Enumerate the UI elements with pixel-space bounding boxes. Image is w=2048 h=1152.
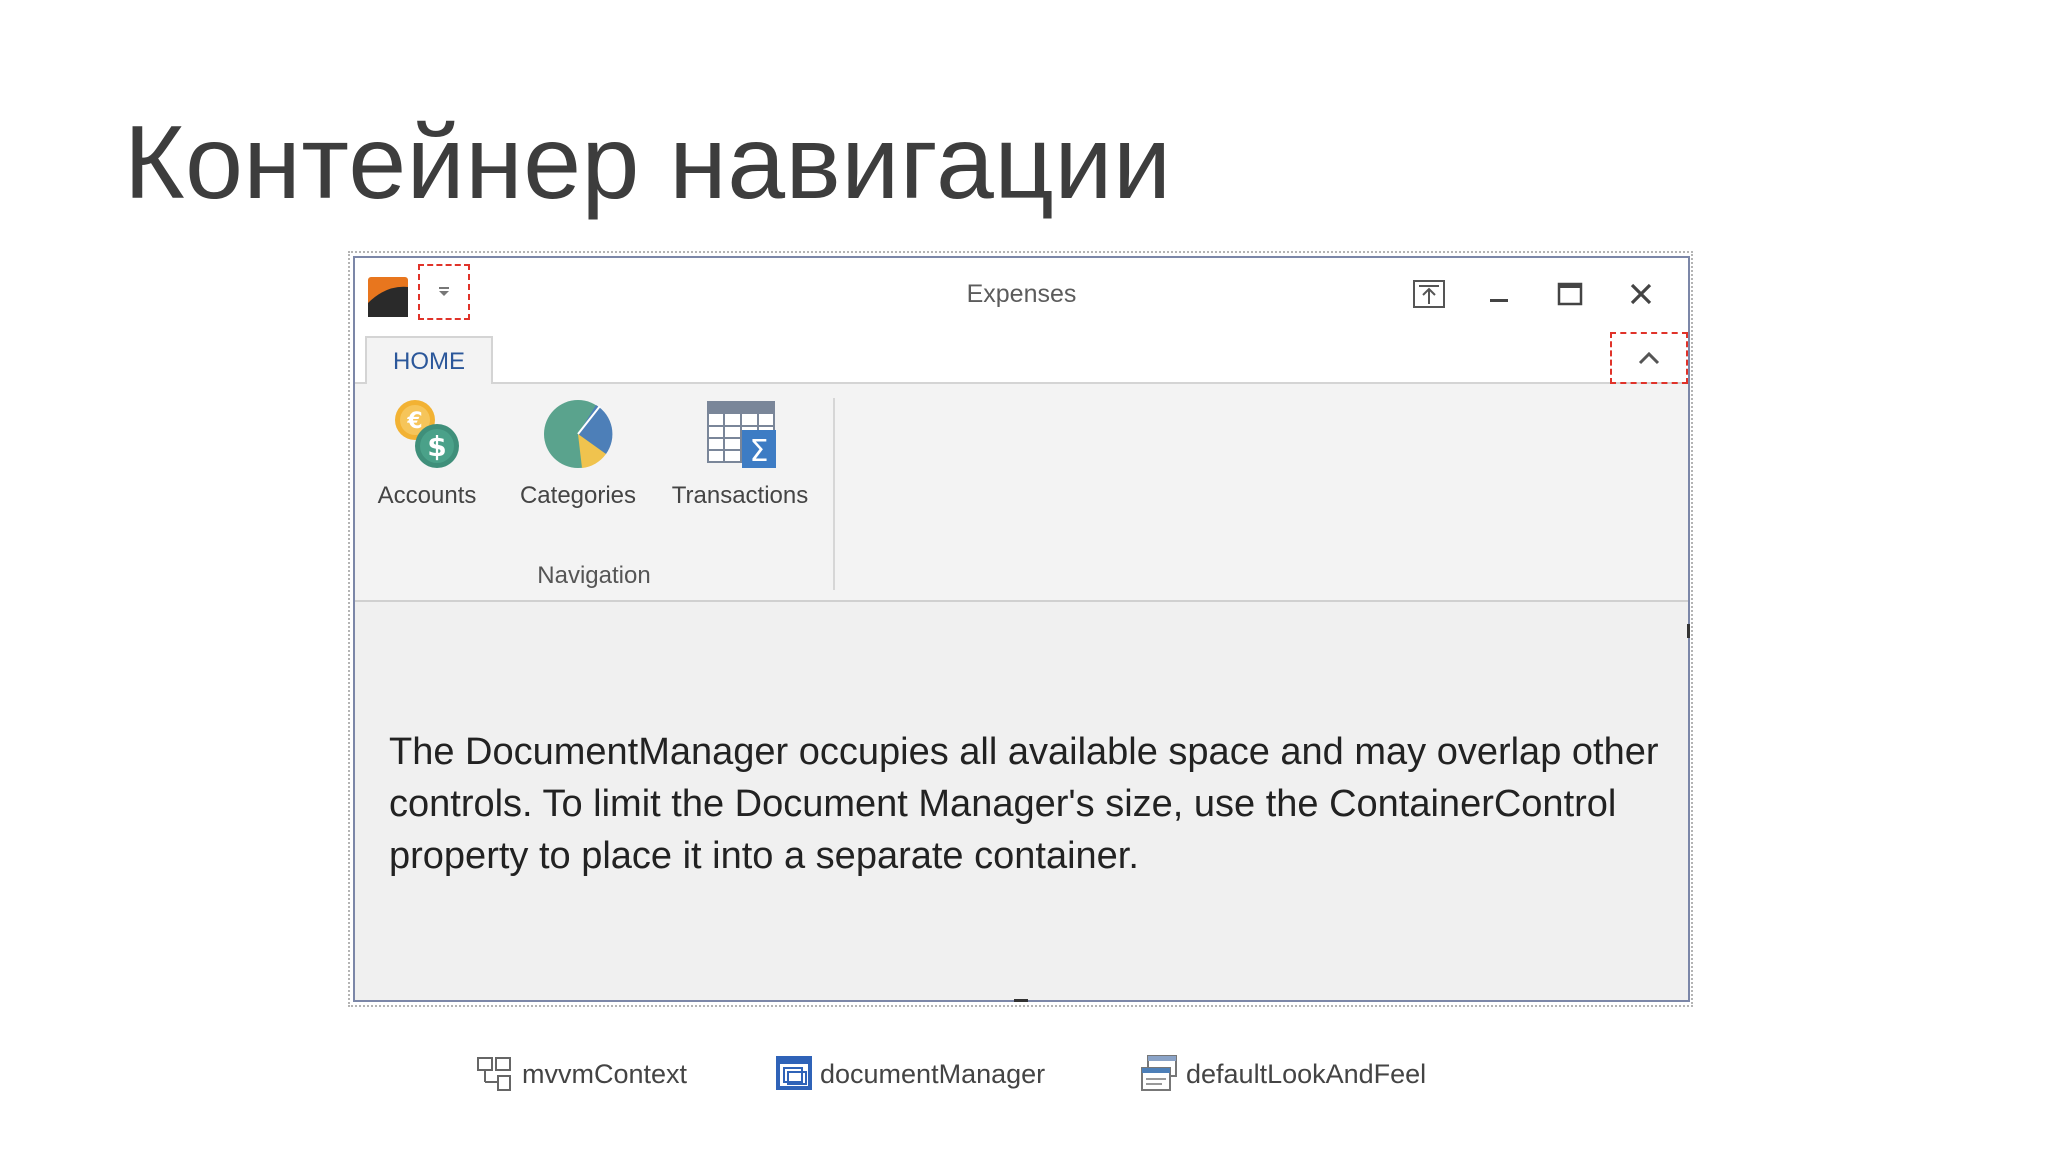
maximize-icon <box>1557 282 1583 306</box>
tab-home[interactable]: HOME <box>365 336 493 386</box>
resize-handle-bottom[interactable] <box>1014 999 1028 1002</box>
ribbon-page-home: € $ Accounts Categories Σ Transactions N… <box>355 384 1688 602</box>
maximize-button[interactable] <box>1550 274 1590 314</box>
minimize-button[interactable] <box>1479 274 1519 314</box>
table-sum-icon: Σ <box>707 401 776 469</box>
title-bar: Expenses <box>355 258 1688 328</box>
close-button[interactable] <box>1621 274 1661 314</box>
document-manager-icon <box>776 1056 812 1090</box>
resize-handle-right[interactable] <box>1687 624 1690 638</box>
ribbon-collapse-button[interactable] <box>1610 332 1688 384</box>
accounts-label: Accounts <box>377 482 477 509</box>
tray-item-default-look-and-feel[interactable]: defaultLookAndFeel <box>1140 1052 1426 1096</box>
ribbon-form-window: Expenses HOME € $ Accounts Categories Σ … <box>353 256 1690 1002</box>
svg-text:$: $ <box>427 430 446 463</box>
tray-item-document-manager[interactable]: documentManager <box>774 1052 1045 1096</box>
close-icon <box>1630 283 1652 305</box>
svg-text:Σ: Σ <box>750 434 769 469</box>
look-and-feel-icon <box>1141 1055 1177 1091</box>
accounts-button[interactable]: € $ Accounts <box>375 396 479 510</box>
svg-text:€: € <box>406 409 422 434</box>
pie-chart-icon <box>544 400 613 468</box>
ribbon-group-label-navigation: Navigation <box>537 562 651 589</box>
dock-top-icon <box>1413 280 1445 308</box>
currency-coins-icon: € $ <box>395 400 459 468</box>
chevron-up-icon <box>1638 351 1660 365</box>
tray-item-mvvm-context[interactable]: mvvmContext <box>476 1052 687 1096</box>
tray-label-document-manager: documentManager <box>820 1058 1046 1089</box>
document-manager-area: The DocumentManager occupies all availab… <box>355 602 1688 1000</box>
categories-label: Categories <box>519 482 637 509</box>
tray-label-default-look-and-feel: defaultLookAndFeel <box>1186 1058 1427 1089</box>
minimize-icon <box>1490 299 1508 302</box>
ribbon-group-separator <box>833 398 835 590</box>
dock-button[interactable] <box>1409 274 1449 314</box>
transactions-button[interactable]: Σ Transactions <box>665 396 815 510</box>
mvvm-context-icon <box>477 1057 511 1091</box>
document-manager-note: The DocumentManager occupies all availab… <box>389 731 1659 877</box>
ribbon-tab-strip: HOME <box>355 328 1688 386</box>
transactions-label: Transactions <box>671 482 809 509</box>
tray-label-mvvm-context: mvvmContext <box>522 1058 688 1089</box>
categories-button[interactable]: Categories <box>513 396 643 510</box>
slide-title: Контейнер навигации <box>124 105 1172 221</box>
